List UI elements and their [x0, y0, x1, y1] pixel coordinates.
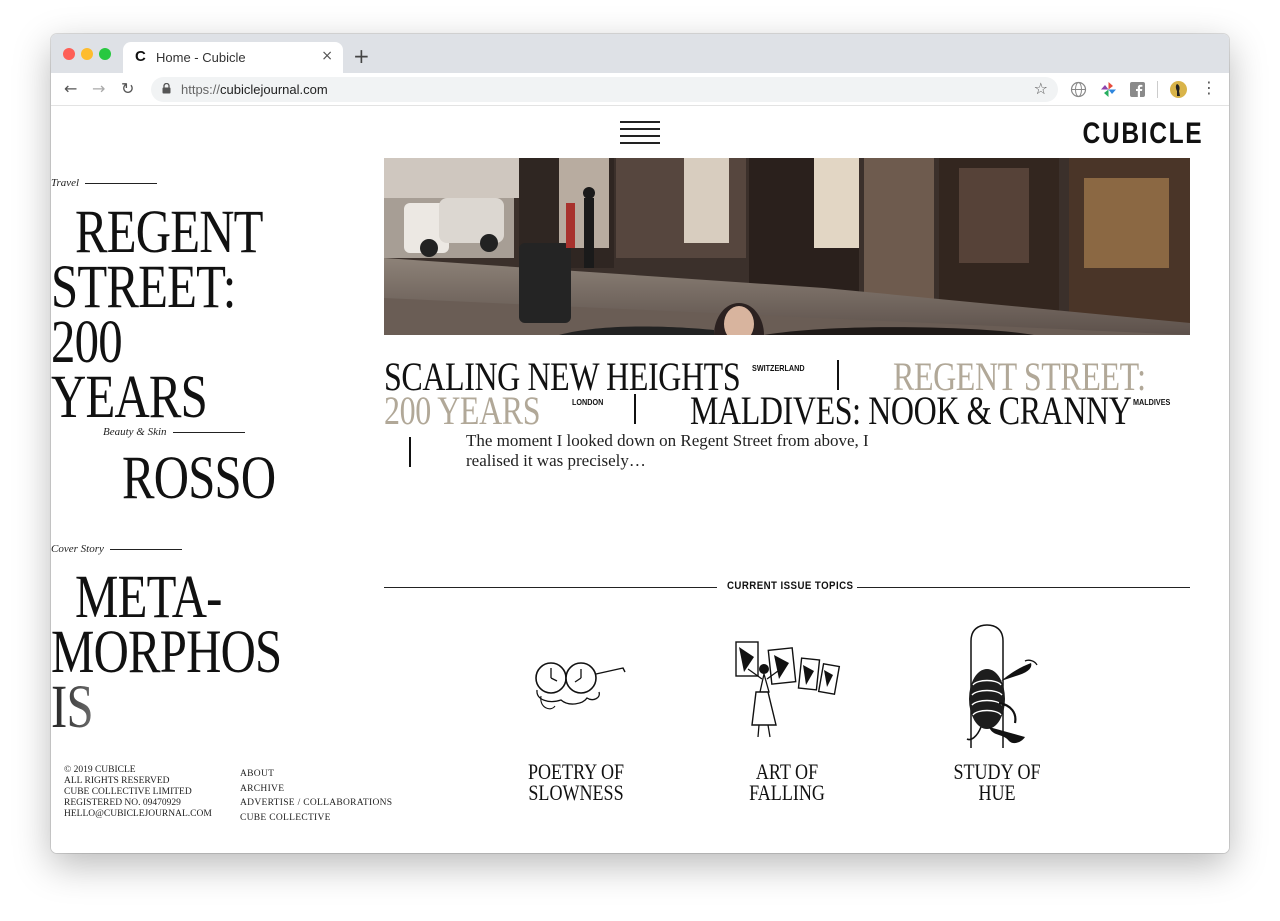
footer-link-about[interactable]: ABOUT: [240, 767, 392, 782]
sidebar-story-regent-street[interactable]: REGENT STREET: 200 YEARS: [51, 202, 275, 428]
footer-nav: ABOUT ARCHIVE ADVERTISE / COLLABORATIONS…: [240, 767, 392, 825]
location-maldives: MALDIVES: [1133, 397, 1171, 407]
location-switzerland: SWITZERLAND: [752, 363, 805, 373]
headline-200-years[interactable]: 200 YEARS: [384, 391, 541, 431]
page-content: CUBICLE Travel REGENT STREET: 200 YEARS …: [51, 107, 1229, 853]
melting-glasses-clock-icon[interactable]: [531, 652, 626, 717]
window-close-button[interactable]: [63, 48, 75, 60]
tab-home[interactable]: C Home - Cubicle ×: [123, 42, 343, 73]
excerpt-divider: [409, 437, 411, 467]
footer-email-link[interactable]: HELLO@CUBICLEJOURNAL.COM: [64, 809, 212, 820]
story-category-travel[interactable]: Travel: [51, 177, 158, 189]
tab-strip: C Home - Cubicle × +: [51, 34, 1229, 73]
facebook-icon[interactable]: [1129, 81, 1146, 98]
topic-art-of-falling[interactable]: ART OF FALLING: [721, 761, 852, 804]
topic-poetry-of-slowness[interactable]: POETRY OF SLOWNESS: [510, 761, 641, 804]
menu-hamburger-icon[interactable]: [620, 121, 660, 145]
sidebar-story-metamorphosis[interactable]: META- MORPHOS IS: [51, 567, 307, 738]
story-category-beauty[interactable]: Beauty & Skin: [103, 426, 245, 438]
headline-divider: [634, 394, 636, 424]
footer-legal: © 2019 CUBICLE ALL RIGHTS RESERVED CUBE …: [64, 765, 212, 820]
falling-figure-frames-icon[interactable]: [734, 637, 842, 742]
featured-excerpt[interactable]: The moment I looked down on Regent Stree…: [466, 431, 869, 471]
octopus-jar-icon[interactable]: [963, 623, 1039, 753]
back-arrow-icon[interactable]: ←: [64, 79, 77, 98]
toolbar-divider: [1157, 81, 1158, 98]
browser-toolbar: ← → ↻ https://cubiclejournal.com ☆ ⋮: [51, 73, 1229, 106]
sidebar-story-rosso[interactable]: ROSSO: [122, 448, 276, 509]
forward-arrow-icon[interactable]: →: [92, 79, 105, 98]
topics-rule-left: [384, 587, 717, 588]
street-photo: [384, 158, 1190, 335]
footer-company: CUBE COLLECTIVE LIMITED: [64, 787, 192, 797]
headline-divider: [837, 360, 839, 390]
reload-icon[interactable]: ↻: [121, 79, 134, 98]
window-maximize-button[interactable]: [99, 48, 111, 60]
tab-close-icon[interactable]: ×: [321, 48, 333, 64]
footer-copyright: © 2019 CUBICLE: [64, 765, 136, 775]
location-london: LONDON: [572, 397, 604, 407]
globe-icon[interactable]: [1070, 81, 1087, 98]
footer-rights: ALL RIGHTS RESERVED: [64, 776, 170, 786]
new-tab-button[interactable]: +: [353, 44, 370, 68]
footer-link-advertise[interactable]: ADVERTISE / COLLABORATIONS: [240, 796, 392, 811]
topics-rule-right: [857, 587, 1190, 588]
current-issue-topics-heading: CURRENT ISSUE TOPICS: [727, 580, 854, 592]
window-minimize-button[interactable]: [81, 48, 93, 60]
bookmark-star-icon[interactable]: ☆: [1034, 79, 1048, 98]
browser-menu-icon[interactable]: ⋮: [1201, 78, 1217, 97]
address-bar[interactable]: https://cubiclejournal.com ☆: [151, 77, 1058, 102]
url-text: https://cubiclejournal.com: [181, 82, 328, 97]
browser-window: C Home - Cubicle × + ← → ↻ https://cubic…: [51, 34, 1229, 853]
avatar[interactable]: [1170, 81, 1187, 98]
footer-registration: REGISTERED NO. 09470929: [64, 798, 181, 808]
hero-image[interactable]: [384, 158, 1190, 335]
site-logo[interactable]: CUBICLE: [1082, 117, 1203, 151]
tab-title: Home - Cubicle: [156, 50, 246, 65]
pinwheel-extension-icon[interactable]: [1100, 81, 1117, 98]
headline-maldives[interactable]: MALDIVES: NOOK & CRANNY: [690, 391, 1132, 431]
lock-icon: [162, 83, 171, 94]
story-category-cover[interactable]: Cover Story: [51, 543, 182, 555]
footer-link-archive[interactable]: ARCHIVE: [240, 782, 392, 797]
topic-study-of-hue[interactable]: STUDY OF HUE: [931, 761, 1062, 804]
footer-link-cube-collective[interactable]: CUBE COLLECTIVE: [240, 811, 392, 826]
favicon-icon: C: [135, 48, 146, 65]
